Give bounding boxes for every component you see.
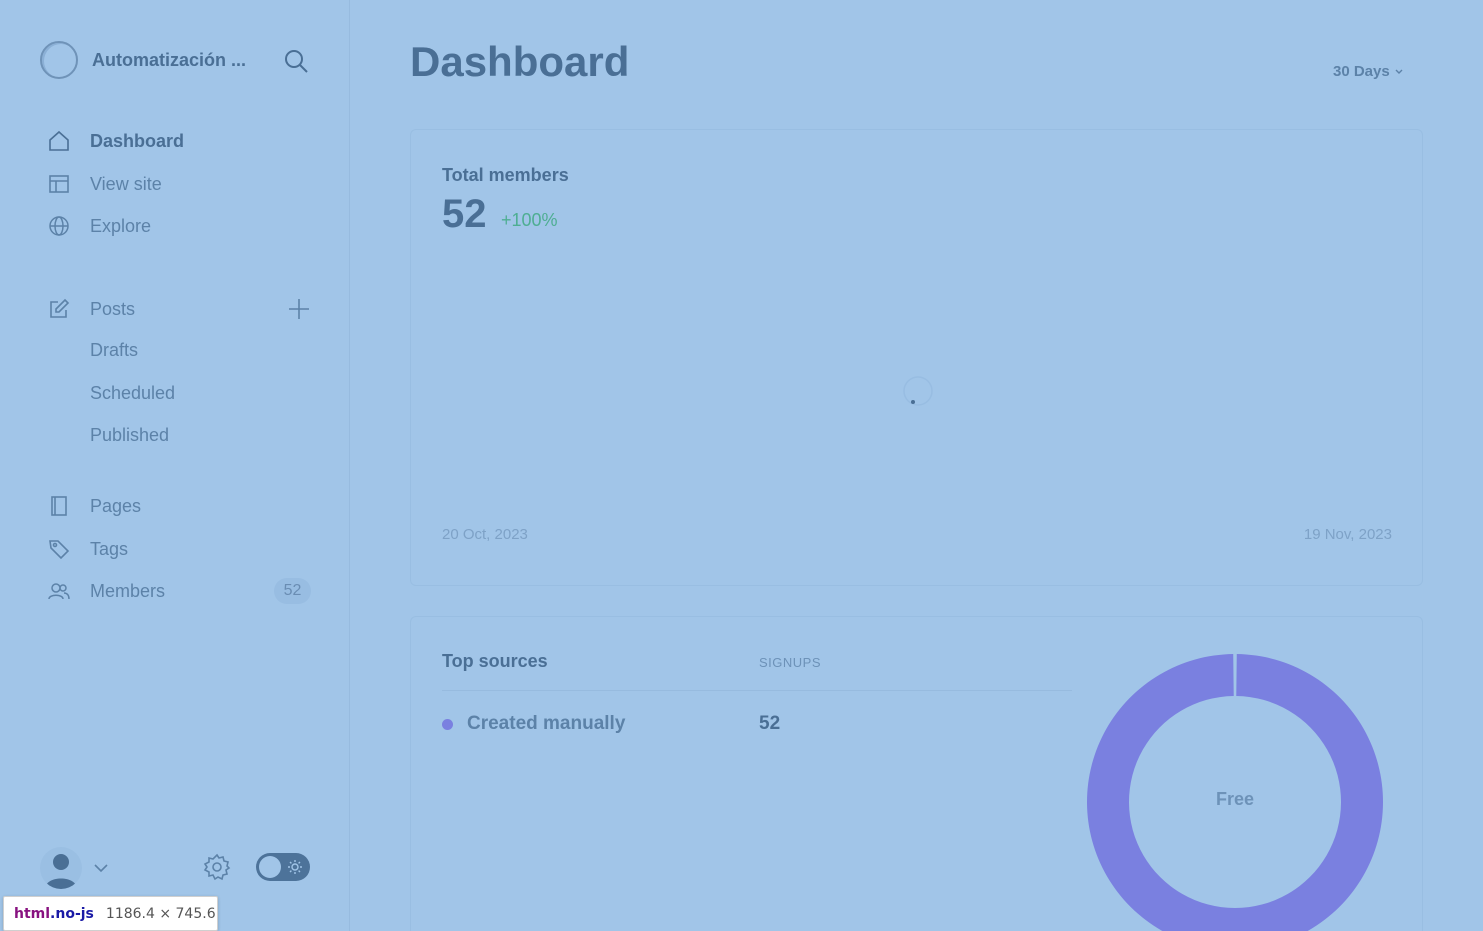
tooltip-class: .no-js: [50, 905, 94, 922]
edit-icon: [48, 298, 70, 320]
nav-dashboard[interactable]: Dashboard: [48, 127, 184, 155]
source-name: Created manually: [467, 713, 626, 734]
source-signups: 52: [759, 713, 781, 734]
tag-icon: [48, 538, 70, 560]
nav-label: View site: [90, 173, 162, 194]
nav-label: Explore: [90, 215, 152, 236]
site-logo: [40, 41, 78, 79]
page-title: Dashboard: [410, 38, 630, 85]
brand[interactable]: Automatización ...: [40, 41, 246, 79]
members-total: 52: [442, 192, 487, 236]
gear-icon[interactable]: [203, 853, 231, 881]
chevron-down-icon[interactable]: [93, 860, 109, 876]
source-row: Created manually: [442, 713, 625, 735]
divider: [442, 690, 1072, 691]
nav-label: Dashboard: [90, 130, 185, 151]
nav-label: Tags: [90, 538, 129, 559]
nav-pages[interactable]: Pages: [48, 492, 141, 520]
avatar[interactable]: [40, 847, 82, 889]
toggle-knob: [259, 856, 281, 878]
users-icon: [48, 580, 70, 602]
donut-center-label: Free: [1215, 789, 1255, 809]
card-title: Total members: [442, 165, 569, 185]
page-icon: [48, 495, 70, 517]
tooltip-tag: html: [14, 905, 51, 922]
theme-toggle[interactable]: [256, 853, 310, 881]
date-range-value: 30 Days: [1333, 63, 1390, 80]
top-sources-card: Top sources SIGNUPS Created manually 52 …: [410, 616, 1423, 931]
nav-tags[interactable]: Tags: [48, 535, 128, 563]
nav-posts[interactable]: Posts: [48, 295, 135, 323]
total-members-card: Total members 52 +100% 20 Oct, 2023 19 N…: [410, 129, 1423, 586]
loading-spinner-icon: [902, 375, 934, 407]
chart-date-start: 20 Oct, 2023: [442, 526, 528, 543]
sun-icon: [287, 859, 303, 875]
nav-view-site[interactable]: View site: [48, 170, 162, 198]
signups-column-header: SIGNUPS: [759, 655, 822, 670]
members-change: +100%: [501, 210, 558, 230]
globe-icon: [48, 215, 70, 237]
devtools-element-tooltip: html .no-js 1186.4 × 745.6: [3, 896, 218, 931]
nav-published[interactable]: Published: [90, 425, 169, 446]
site-title: Automatización ...: [92, 49, 247, 70]
nav-label: Posts: [90, 298, 136, 319]
chart-date-end: 19 Nov, 2023: [1303, 526, 1392, 543]
nav-label: Members: [90, 580, 166, 601]
tooltip-dimensions: 1186.4 × 745.6: [105, 905, 216, 922]
source-color-dot: [442, 718, 453, 730]
add-post-icon[interactable]: [287, 297, 311, 321]
sidebar: Automatización ... Dashboard View site E…: [0, 0, 350, 931]
chevron-down-icon: [1395, 69, 1403, 74]
home-icon: [48, 130, 70, 152]
nav-explore[interactable]: Explore: [48, 212, 151, 240]
search-icon[interactable]: [283, 48, 309, 74]
layout-icon: [48, 173, 70, 195]
date-range-select[interactable]: 30 Days: [1333, 63, 1404, 80]
members-count-badge: 52: [274, 578, 311, 604]
nav-drafts[interactable]: Drafts: [90, 340, 138, 361]
card-title: Top sources: [442, 651, 548, 671]
nav-scheduled[interactable]: Scheduled: [90, 383, 175, 404]
nav-label: Pages: [90, 495, 142, 516]
nav-members[interactable]: Members: [48, 577, 165, 605]
